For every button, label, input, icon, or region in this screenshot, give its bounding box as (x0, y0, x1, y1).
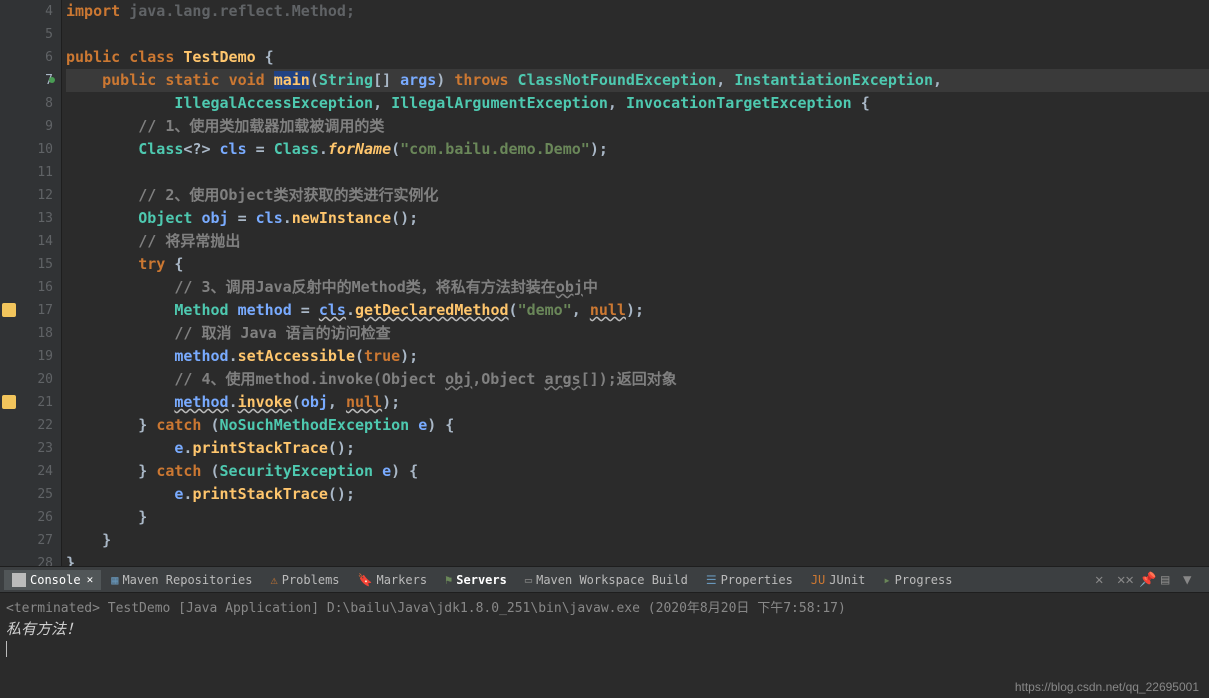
line-number: 9 (0, 115, 53, 138)
properties-icon: ☰ (706, 573, 717, 587)
tab-console[interactable]: Console ✕ (4, 570, 101, 590)
code-line: e.printStackTrace(); (66, 437, 1209, 460)
code-line: method.setAccessible(true); (66, 345, 1209, 368)
line-number: 10 (0, 138, 53, 161)
code-line-current: public static void main(String[] args) t… (66, 69, 1209, 92)
code-line: } catch (NoSuchMethodException e) { (66, 414, 1209, 437)
panel-tab-bar: Console ✕ ▦ Maven Repositories ⚠ Problem… (0, 567, 1209, 593)
junit-icon: JU (811, 573, 825, 587)
line-number: 22 (0, 414, 53, 437)
tab-properties[interactable]: ☰ Properties (698, 570, 801, 590)
console-icon (12, 573, 26, 587)
code-line: } (66, 552, 1209, 566)
line-number: 7 (0, 69, 53, 92)
tab-label: Markers (376, 573, 427, 587)
code-line: try { (66, 253, 1209, 276)
tab-label: Problems (282, 573, 340, 587)
code-content[interactable]: import java.lang.reflect.Method; public … (62, 0, 1209, 566)
line-number: 17 (0, 299, 53, 322)
tab-label: Maven Repositories (122, 573, 252, 587)
watermark: https://blog.csdn.net/qq_22695001 (1015, 680, 1199, 694)
code-line: // 1、使用类加载器加载被调用的类 (66, 115, 1209, 138)
code-line: import java.lang.reflect.Method; (66, 0, 1209, 23)
panel-actions: ✕ ✕✕ 📌 ▤ ▼ (1095, 572, 1205, 588)
tab-label: Maven Workspace Build (536, 573, 688, 587)
remove-launch-icon[interactable]: ✕ (1095, 572, 1111, 588)
tab-progress[interactable]: ▸ Progress (875, 570, 960, 590)
line-number: 15 (0, 253, 53, 276)
code-line: IllegalAccessException, IllegalArgumentE… (66, 92, 1209, 115)
tab-label: Properties (721, 573, 793, 587)
code-line: // 将异常抛出 (66, 230, 1209, 253)
code-line: // 4、使用method.invoke(Object obj,Object a… (66, 368, 1209, 391)
line-number: 24 (0, 460, 53, 483)
problems-icon: ⚠ (270, 573, 277, 587)
line-number: 28 (0, 552, 53, 566)
tab-problems[interactable]: ⚠ Problems (262, 570, 347, 590)
tab-markers[interactable]: 🔖 Markers (350, 570, 436, 590)
warning-icon (2, 303, 16, 317)
line-number: 18 (0, 322, 53, 345)
servers-icon: ⚑ (445, 573, 452, 587)
code-line: } (66, 506, 1209, 529)
line-number: 20 (0, 368, 53, 391)
code-line: // 2、使用Object类对获取的类进行实例化 (66, 184, 1209, 207)
bottom-panel: Console ✕ ▦ Maven Repositories ⚠ Problem… (0, 566, 1209, 698)
code-line (66, 23, 1209, 46)
pin-icon[interactable]: 📌 (1139, 572, 1155, 588)
line-number: 25 (0, 483, 53, 506)
code-line: method.invoke(obj, null); (66, 391, 1209, 414)
line-number: 19 (0, 345, 53, 368)
line-number: 11 (0, 161, 53, 184)
line-number: 6 (0, 46, 53, 69)
line-number: 13 (0, 207, 53, 230)
code-line (66, 161, 1209, 184)
open-console-icon[interactable]: ▼ (1183, 572, 1199, 588)
tab-maven-workspace[interactable]: ▭ Maven Workspace Build (517, 570, 696, 590)
line-number: 4 (0, 0, 53, 23)
tab-label: Progress (895, 573, 953, 587)
code-line: e.printStackTrace(); (66, 483, 1209, 506)
tab-maven-repositories[interactable]: ▦ Maven Repositories (103, 570, 260, 590)
warning-icon (2, 395, 16, 409)
code-line: } catch (SecurityException e) { (66, 460, 1209, 483)
code-line: } (66, 529, 1209, 552)
tab-label: Console (30, 573, 81, 587)
console-output[interactable]: <terminated> TestDemo [Java Application]… (0, 593, 1209, 698)
line-number: 5 (0, 23, 53, 46)
markers-icon: 🔖 (358, 573, 373, 587)
console-cursor (6, 641, 1203, 657)
tab-label: Servers (456, 573, 507, 587)
code-line: Method method = cls.getDeclaredMethod("d… (66, 299, 1209, 322)
close-icon[interactable]: ✕ (87, 573, 94, 586)
code-line: Object obj = cls.newInstance(); (66, 207, 1209, 230)
line-gutter: 4 5 6 7 8 9 10 11 12 13 14 15 16 17 18 1… (0, 0, 62, 566)
progress-icon: ▸ (883, 573, 890, 587)
tab-label: JUnit (829, 573, 865, 587)
code-line: // 取消 Java 语言的访问检查 (66, 322, 1209, 345)
maven-icon: ▦ (111, 573, 118, 587)
line-number: 21 (0, 391, 53, 414)
line-number: 14 (0, 230, 53, 253)
line-number: 23 (0, 437, 53, 460)
remove-all-icon[interactable]: ✕✕ (1117, 572, 1133, 588)
code-line: // 3、调用Java反射中的Method类，将私有方法封装在obj中 (66, 276, 1209, 299)
code-line: Class<?> cls = Class.forName("com.bailu.… (66, 138, 1209, 161)
console-output-line: 私有方法！ (6, 618, 1203, 639)
line-number: 26 (0, 506, 53, 529)
code-line: public class TestDemo { (66, 46, 1209, 69)
line-number: 27 (0, 529, 53, 552)
code-editor[interactable]: 4 5 6 7 8 9 10 11 12 13 14 15 16 17 18 1… (0, 0, 1209, 566)
console-status: <terminated> TestDemo [Java Application]… (6, 597, 1203, 616)
tab-servers[interactable]: ⚑ Servers (437, 570, 515, 590)
tab-junit[interactable]: JU JUnit (803, 570, 874, 590)
line-number: 12 (0, 184, 53, 207)
build-icon: ▭ (525, 573, 532, 587)
display-icon[interactable]: ▤ (1161, 572, 1177, 588)
line-number: 8 (0, 92, 53, 115)
line-number: 16 (0, 276, 53, 299)
